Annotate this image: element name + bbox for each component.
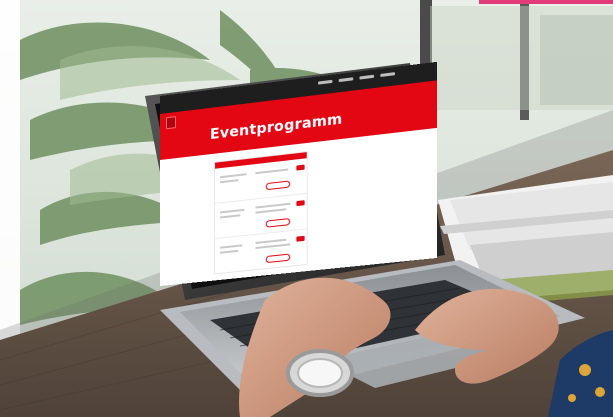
brand-logo-icon [166, 116, 176, 129]
row-text-line [220, 214, 240, 218]
row-button [266, 254, 291, 264]
row-text-line [256, 243, 291, 249]
row-text-line [256, 208, 287, 213]
row-text-line [220, 244, 242, 248]
row-text-line [220, 250, 238, 254]
laptop-screen: Eventprogramm [160, 62, 437, 286]
top-right-accent-bar [479, 0, 613, 4]
row-text-line [256, 168, 289, 174]
row-button [266, 180, 291, 190]
row-badge [296, 165, 304, 171]
screen-title: Eventprogramm [210, 111, 342, 143]
row-text-line [220, 209, 244, 214]
nav-item [339, 77, 354, 82]
row-badge [296, 236, 304, 242]
row-text-line [220, 173, 246, 178]
row-button [266, 218, 291, 228]
nav-item [318, 80, 332, 85]
row-text-line [220, 179, 238, 183]
nav-item [359, 75, 374, 80]
nav-item [380, 72, 395, 77]
row-badge [296, 200, 304, 206]
photo-scene: Eventprogramm [0, 0, 613, 417]
top-navigation [318, 72, 395, 85]
row-text-line [256, 239, 287, 244]
event-program-table [214, 151, 308, 274]
